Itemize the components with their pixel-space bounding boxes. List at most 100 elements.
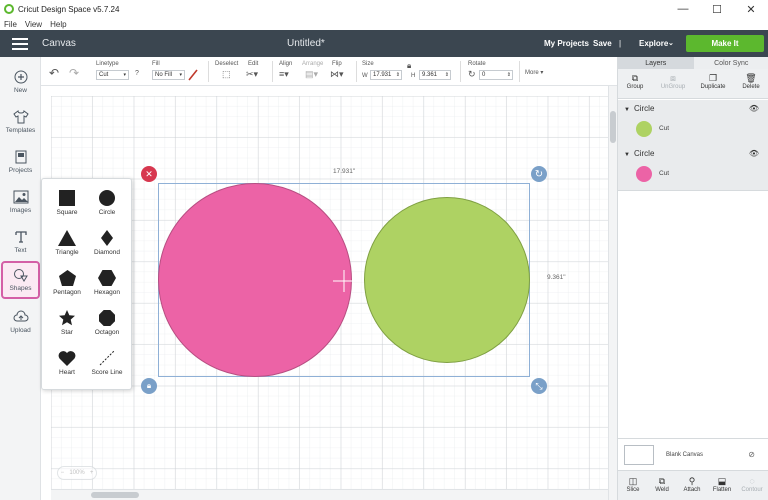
layer-item[interactable]: ▼ Circle 👁︎ Cut — [618, 145, 768, 191]
explore-link[interactable]: Explore — [639, 39, 668, 48]
chevron-down-icon: ▾ — [179, 72, 182, 78]
rotate-input[interactable]: 0 ⇕ — [479, 70, 513, 80]
shape-circle[interactable]: Circle — [86, 185, 128, 221]
sidebar-item-images[interactable]: Images — [1, 183, 40, 221]
shape-hexagon[interactable]: Hexagon — [86, 265, 128, 301]
resize-handle-icon[interactable]: ⤡ — [531, 378, 547, 394]
group-button[interactable]: ⧉ Group — [619, 72, 651, 90]
rotate-handle-icon[interactable]: ↻ — [531, 166, 547, 182]
shape-triangle[interactable]: Triangle — [46, 225, 88, 261]
tab-layers[interactable]: Layers — [618, 57, 694, 69]
help-icon[interactable]: ? — [135, 70, 139, 77]
zoom-control[interactable]: − 100% + — [57, 466, 97, 480]
layer-item[interactable]: ▼ Circle 👁︎ Cut — [618, 100, 768, 146]
text-icon — [14, 231, 27, 243]
width-label: W — [362, 73, 368, 79]
caret-down-icon[interactable]: ▼ — [624, 107, 630, 113]
make-it-button[interactable]: Make It — [686, 35, 764, 52]
shape-score-line[interactable]: Score Line — [86, 345, 128, 381]
blank-canvas-row[interactable]: Blank Canvas ⊘ — [618, 438, 768, 470]
weld-button[interactable]: ⧉ Weld — [648, 475, 676, 493]
diamond-icon — [101, 230, 113, 246]
shape-star[interactable]: Star — [46, 305, 88, 341]
close-button[interactable]: ✕ — [734, 0, 768, 18]
star-icon — [59, 310, 75, 326]
attach-button[interactable]: ⚲ Attach — [678, 475, 706, 493]
scroll-thumb[interactable] — [91, 492, 139, 498]
hamburger-menu-icon[interactable] — [12, 37, 28, 50]
save-link[interactable]: Save — [593, 39, 612, 48]
sidebar-item-new[interactable]: New — [1, 63, 40, 101]
scroll-thumb[interactable] — [610, 111, 616, 143]
stepper-icon[interactable]: ⇕ — [396, 72, 400, 78]
height-label: H — [411, 73, 416, 79]
green-circle-shape[interactable] — [364, 197, 530, 363]
delete-handle-icon[interactable]: ✕ — [141, 166, 157, 182]
zoom-out-icon[interactable]: − — [61, 470, 65, 476]
sidebar-item-templates[interactable]: Templates — [1, 103, 40, 141]
tab-color-sync[interactable]: Color Sync — [693, 57, 768, 69]
more-button[interactable]: More ▾ — [525, 69, 543, 76]
eye-icon[interactable]: 👁︎ — [749, 149, 759, 158]
sidebar-item-projects[interactable]: Projects — [1, 143, 40, 181]
no-fill-color-icon[interactable] — [188, 69, 198, 81]
vertical-scrollbar[interactable] — [608, 86, 617, 500]
shape-label: Circle — [98, 209, 116, 216]
canvas-color-swatch[interactable] — [624, 445, 654, 465]
group-icon: ⧉ — [631, 73, 639, 83]
layer-actions: ⧉ Group ⧈ UnGroup ❐ Duplicate 🗑︎ Delete — [618, 69, 768, 99]
shape-diamond[interactable]: Diamond — [86, 225, 128, 261]
layer-color-swatch[interactable] — [636, 121, 652, 137]
menu-view[interactable]: View — [25, 20, 42, 29]
sidebar-item-text[interactable]: Text — [1, 223, 40, 261]
fill-value: No Fill — [155, 72, 173, 78]
stepper-icon[interactable]: ⇕ — [507, 72, 511, 78]
eye-hidden-icon[interactable]: ⊘ — [748, 450, 755, 459]
ungroup-button[interactable]: ⧈ UnGroup — [657, 72, 689, 90]
layer-operation: Cut — [659, 170, 670, 177]
redo-icon[interactable]: ↷ — [69, 66, 79, 80]
width-input[interactable]: 17.931 ⇕ — [370, 70, 402, 80]
width-value: 17.931 — [373, 72, 392, 78]
minimize-button[interactable]: — — [666, 0, 700, 18]
deselect-icon[interactable]: ⬚ — [222, 69, 231, 80]
upload-icon — [13, 310, 28, 322]
flatten-button[interactable]: ⬓ Flatten — [708, 475, 736, 493]
shape-heart[interactable]: Heart — [46, 345, 88, 381]
flip-icon[interactable]: ⋈▾ — [330, 69, 344, 80]
scissors-icon[interactable]: ✂▾ — [246, 69, 258, 80]
shape-square[interactable]: Square — [46, 185, 88, 221]
lock-handle-icon[interactable]: 🔒︎ — [141, 378, 157, 394]
document-title[interactable]: Untitled* — [287, 38, 325, 49]
layers-panel: Layers Color Sync ⧉ Group ⧈ UnGroup ❐ Dupli… — [617, 57, 768, 500]
arrange-icon[interactable]: ▤▾ — [305, 69, 318, 80]
layer-color-swatch[interactable] — [636, 166, 652, 182]
stepper-icon[interactable]: ⇕ — [445, 72, 449, 78]
height-input[interactable]: 9.361 ⇕ — [419, 70, 451, 80]
maximize-button[interactable]: ☐ — [700, 0, 734, 18]
shape-pentagon[interactable]: Pentagon — [46, 265, 88, 301]
sidebar-item-upload[interactable]: Upload — [1, 303, 40, 341]
sidebar-item-shapes[interactable]: Shapes — [1, 261, 40, 299]
pink-circle-shape[interactable] — [158, 183, 352, 377]
menu-help[interactable]: Help — [50, 20, 66, 29]
plus-icon — [14, 70, 27, 84]
caret-down-icon[interactable]: ▼ — [624, 152, 630, 158]
delete-button[interactable]: 🗑︎ Delete — [735, 72, 767, 90]
my-projects-link[interactable]: My Projects — [544, 39, 589, 48]
undo-icon[interactable]: ↶ — [49, 66, 59, 80]
chevron-down-icon[interactable]: ⌄ — [668, 39, 674, 47]
shape-octagon[interactable]: Octagon — [86, 305, 128, 341]
menu-file[interactable]: File — [4, 20, 17, 29]
horizontal-scrollbar[interactable] — [51, 489, 608, 500]
linetype-select[interactable]: Cut ▾ — [96, 70, 129, 80]
eye-icon[interactable]: 👁︎ — [749, 104, 759, 113]
lock-icon[interactable]: 🔒︎ — [407, 61, 411, 71]
zoom-in-icon[interactable]: + — [90, 470, 94, 476]
duplicate-button[interactable]: ❐ Duplicate — [697, 72, 729, 90]
shape-label: Hexagon — [93, 289, 121, 296]
align-icon[interactable]: ≡▾ — [279, 69, 289, 80]
slice-button[interactable]: ◫ Slice — [619, 475, 647, 493]
fill-select[interactable]: No Fill ▾ — [152, 70, 185, 80]
contour-button[interactable]: ◌ Contour — [738, 475, 766, 493]
